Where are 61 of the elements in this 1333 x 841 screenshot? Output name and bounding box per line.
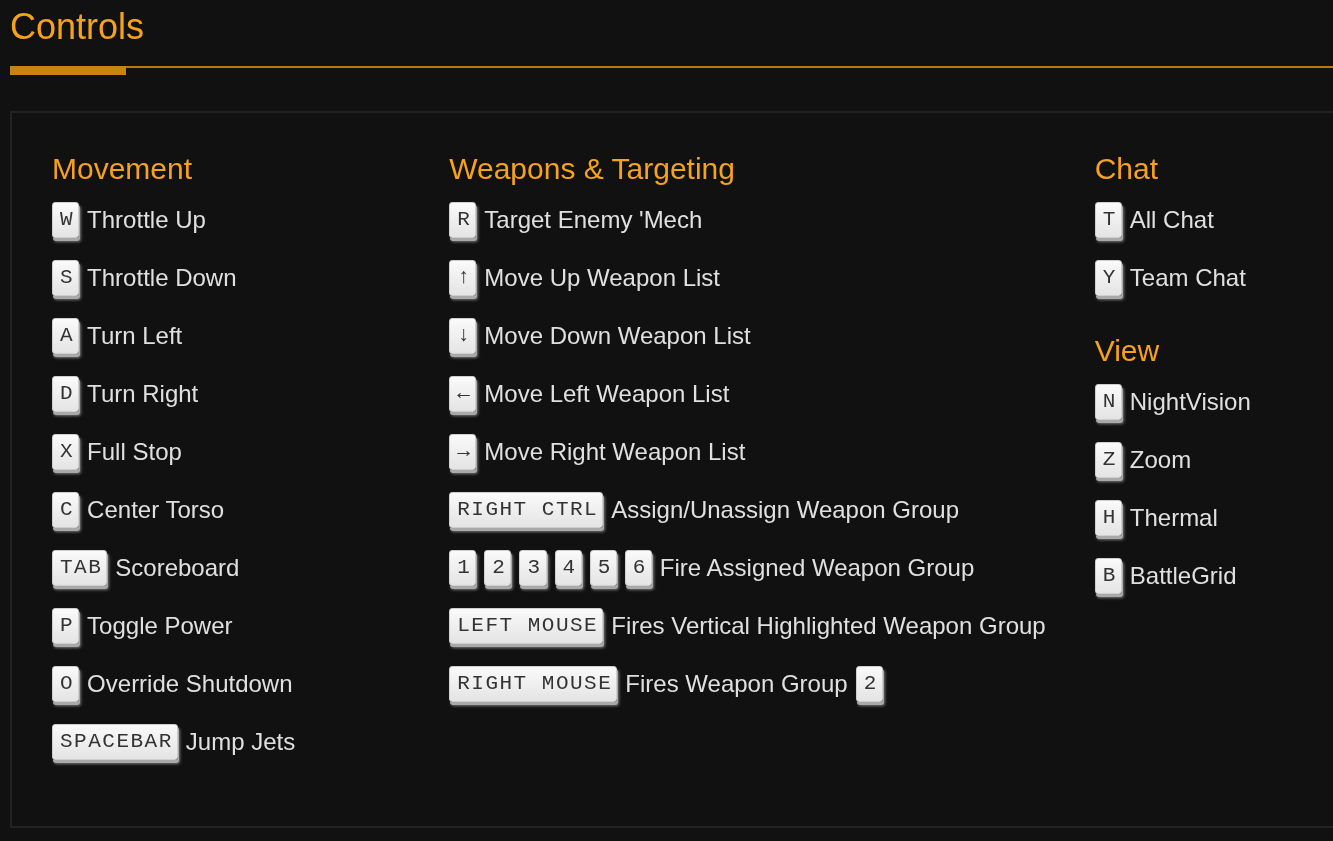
key-cap: 2 xyxy=(855,666,883,702)
action-label: Turn Right xyxy=(87,380,199,408)
page-title: Controls xyxy=(10,5,146,48)
key-cap: 2 xyxy=(484,550,512,586)
key-cap: 6 xyxy=(624,550,652,586)
key-cap: O xyxy=(52,666,80,702)
section-heading: Weapons & Targeting xyxy=(449,151,736,187)
key-cap: N xyxy=(1094,384,1122,420)
key-cap: 5 xyxy=(589,550,617,586)
key-cap: D xyxy=(52,376,80,412)
key-cap: 1 xyxy=(449,550,477,586)
action-label: Move Right Weapon List xyxy=(484,438,746,466)
key-cap: SPACEBAR xyxy=(52,724,178,760)
key-cap: C xyxy=(52,492,80,528)
action-label: Move Up Weapon List xyxy=(484,264,720,292)
action-label: Move Left Weapon List xyxy=(484,380,730,408)
key-cap: → xyxy=(449,434,477,470)
section-heading: Chat xyxy=(1094,151,1160,187)
key-cap: ↑ xyxy=(449,260,477,296)
key-cap: Y xyxy=(1094,260,1122,296)
action-label: Full Stop xyxy=(87,438,182,466)
key-cap: ↓ xyxy=(449,318,477,354)
key-cap: 3 xyxy=(519,550,547,586)
action-label: Throttle Up xyxy=(87,206,206,234)
action-label: Team Chat xyxy=(1129,264,1246,292)
action-label: Toggle Power xyxy=(87,612,233,640)
key-cap: B xyxy=(1094,558,1122,594)
action-label: BattleGrid xyxy=(1129,562,1237,590)
key-cap: A xyxy=(52,318,80,354)
key-cap: 4 xyxy=(554,550,582,586)
key-cap: RIGHT MOUSE xyxy=(449,666,618,702)
action-label: Turn Left xyxy=(87,322,183,350)
action-label: Fire Assigned Weapon Group xyxy=(659,554,975,582)
action-label: Fires Vertical Highlighted Weapon Group xyxy=(611,612,1046,640)
section-heading: Movement xyxy=(52,151,194,187)
action-label: Fires Weapon Group xyxy=(625,670,848,698)
action-label: Jump Jets xyxy=(185,728,296,756)
key-cap: R xyxy=(449,202,477,238)
action-label: NightVision xyxy=(1129,388,1251,416)
key-cap: H xyxy=(1094,500,1122,536)
action-label: Thermal xyxy=(1129,504,1218,532)
action-label: Throttle Down xyxy=(87,264,237,292)
key-cap: X xyxy=(52,434,80,470)
key-cap: T xyxy=(1094,202,1122,238)
key-cap: LEFT MOUSE xyxy=(449,608,604,644)
key-cap: TAB xyxy=(52,550,108,586)
action-label: Assign/Unassign Weapon Group xyxy=(611,496,959,524)
key-cap: W xyxy=(52,202,80,238)
key-cap: RIGHT CTRL xyxy=(449,492,604,528)
action-label: Override Shutdown xyxy=(87,670,293,698)
action-label: Move Down Weapon List xyxy=(484,322,751,350)
section-heading: View xyxy=(1094,333,1161,369)
action-label: Scoreboard xyxy=(115,554,240,582)
key-cap: Z xyxy=(1094,442,1122,478)
action-label: Center Torso xyxy=(87,496,225,524)
action-label: Zoom xyxy=(1129,446,1192,474)
action-label: Target Enemy 'Mech xyxy=(484,206,703,234)
action-label: All Chat xyxy=(1129,206,1214,234)
key-cap: P xyxy=(52,608,80,644)
key-cap: S xyxy=(52,260,80,296)
key-cap: ← xyxy=(449,376,477,412)
